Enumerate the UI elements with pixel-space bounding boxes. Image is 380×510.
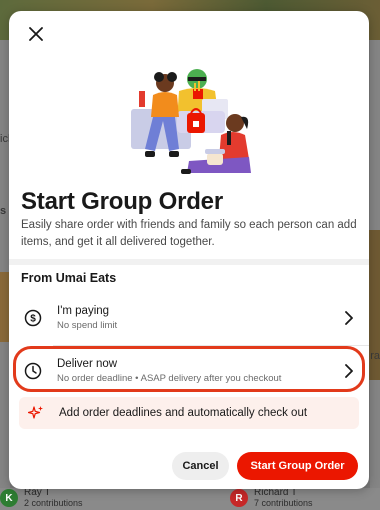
contributor-name: Ray T: [24, 487, 51, 498]
background-contributor: K Ray T 2 contributions: [0, 488, 83, 508]
chevron-right-icon: [341, 310, 357, 326]
option-title: Deliver now: [57, 358, 118, 370]
option-subtitle: No spend limit: [57, 320, 118, 331]
group-order-illustration: [131, 69, 251, 174]
delivery-time-option[interactable]: Deliver now No order deadline • ASAP del…: [19, 351, 359, 391]
contributor-count: 2 contributions: [24, 498, 83, 508]
background-contributor: R Richard T 7 contributions: [230, 488, 313, 508]
contributor-name: Richard T: [254, 487, 298, 498]
modal-title: Start Group Order: [21, 188, 223, 215]
payment-option[interactable]: $ I'm paying No spend limit: [19, 298, 359, 338]
section-title: From Umai Eats: [21, 271, 117, 285]
chevron-right-icon: [341, 363, 357, 379]
option-subtitle: No order deadline • ASAP delivery after …: [57, 373, 282, 384]
contributor-count: 7 contributions: [254, 498, 313, 508]
option-title: I'm paying: [57, 305, 110, 317]
option-separator: [53, 345, 369, 346]
background-text: s: [0, 205, 7, 217]
section-divider: [9, 259, 369, 265]
cancel-button[interactable]: Cancel: [172, 452, 229, 480]
avatar: K: [0, 489, 18, 507]
start-group-order-button[interactable]: Start Group Order: [237, 452, 358, 480]
sparkle-icon: [27, 404, 45, 422]
modal-subtitle: Easily share order with friends and fami…: [21, 219, 357, 248]
clock-icon: [23, 361, 43, 381]
background-text: ra: [370, 350, 380, 362]
close-icon: [29, 27, 43, 41]
svg-text:$: $: [30, 314, 36, 325]
close-button[interactable]: [23, 21, 49, 47]
group-order-modal: Start Group Order Easily share order wit…: [9, 11, 369, 489]
order-deadline-banner[interactable]: Add order deadlines and automatically ch…: [19, 397, 359, 429]
banner-text: Add order deadlines and automatically ch…: [59, 407, 308, 419]
avatar: R: [230, 489, 248, 507]
dollar-circle-icon: $: [23, 308, 43, 328]
